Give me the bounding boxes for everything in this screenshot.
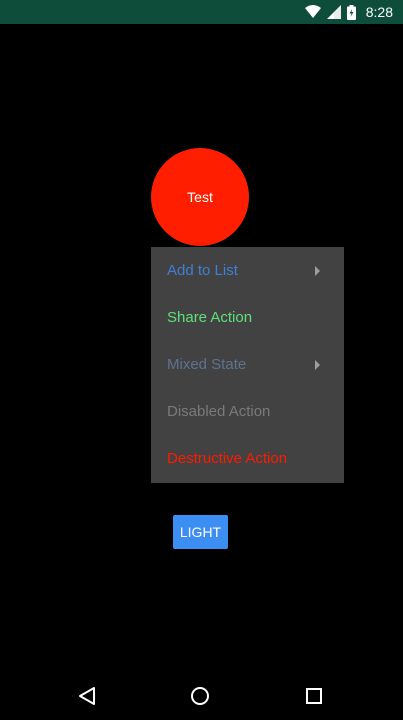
test-circle[interactable]: Test [151, 148, 249, 246]
menu-item-label: Mixed State [167, 356, 247, 373]
menu-item-label: Destructive Action [167, 450, 288, 467]
status-bar: 8:28 [0, 0, 403, 24]
recents-icon[interactable] [299, 681, 329, 711]
menu-item-destructive-action[interactable]: Destructive Action [151, 435, 344, 482]
test-circle-label: Test [187, 189, 213, 205]
navigation-bar [0, 672, 403, 720]
submenu-arrow-icon [315, 359, 320, 370]
wifi-icon [304, 5, 321, 19]
back-icon[interactable] [72, 681, 102, 711]
menu-item-label: Add to List [167, 262, 238, 279]
menu-item-share-action[interactable]: Share Action [151, 294, 344, 341]
status-time: 8:28 [365, 4, 393, 20]
home-icon[interactable] [185, 681, 215, 711]
light-button[interactable]: LIGHT [173, 515, 228, 549]
screen: 8:28 Test Add to List Share Action Mixed… [0, 0, 403, 720]
signal-icon [326, 5, 341, 19]
menu-item-label: Disabled Action [167, 403, 271, 420]
popup-menu: Add to List Share Action Mixed State Dis… [151, 247, 344, 483]
menu-item-disabled-action: Disabled Action [151, 388, 344, 435]
menu-item-add-to-list[interactable]: Add to List [151, 247, 344, 294]
battery-icon [346, 4, 356, 20]
submenu-arrow-icon [315, 265, 320, 276]
menu-item-mixed-state[interactable]: Mixed State [151, 341, 344, 388]
menu-item-label: Share Action [167, 309, 253, 326]
